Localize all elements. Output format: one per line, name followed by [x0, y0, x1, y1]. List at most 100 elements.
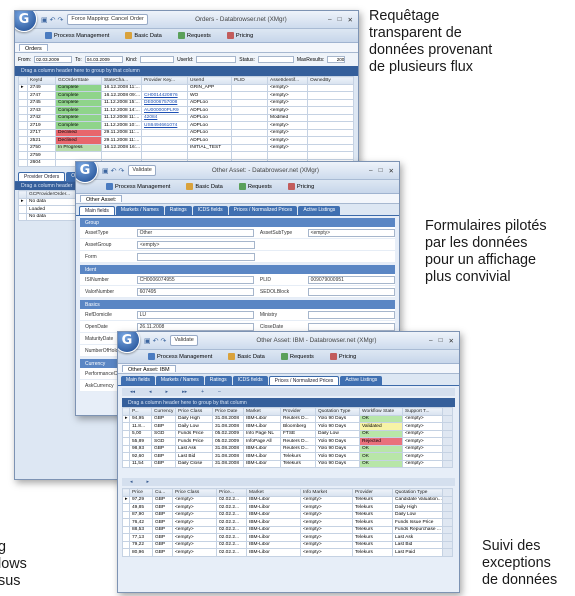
- table-row[interactable]: 2759: [18, 151, 354, 160]
- field-input[interactable]: LU: [136, 310, 254, 319]
- col-plid[interactable]: PLID: [231, 76, 268, 85]
- userid-input[interactable]: [196, 56, 237, 63]
- ribbon-process-management[interactable]: Process Management: [45, 32, 109, 39]
- field-input[interactable]: [137, 252, 255, 261]
- col-support[interactable]: Support T...: [402, 407, 443, 416]
- forward-icon[interactable]: ↷: [119, 167, 125, 175]
- table-row[interactable]: ▸ 94,95 GBP Daily High 31.08.2008 IBM-Libor Re…: [122, 414, 453, 423]
- col-userid[interactable]: UserId: [187, 76, 232, 85]
- col-workflow-state[interactable]: Workflow State: [359, 407, 403, 416]
- table-row[interactable]: 5,00 SGD Funds Price 05.02.2009 Info Page NL…: [122, 429, 453, 438]
- col-provider[interactable]: Provider: [352, 488, 393, 497]
- tab-markets-names[interactable]: Markets / Names: [155, 376, 204, 385]
- col-state[interactable]: GCOrderState: [55, 76, 102, 85]
- minimize-icon[interactable]: –: [369, 167, 373, 175]
- table-row[interactable]: 2747 Complete 16.12.2008 09:... CH001442087…: [18, 91, 354, 100]
- col-price-date[interactable]: Price...: [216, 488, 247, 497]
- tab-prices[interactable]: Prices / Normalized Prices: [268, 376, 340, 385]
- next-page-icon[interactable]: ▸: [166, 389, 169, 395]
- delete-icon[interactable]: –: [218, 389, 221, 395]
- ribbon-basic-data[interactable]: Basic Data: [228, 353, 265, 360]
- col-provider-key[interactable]: Provider Key...: [141, 76, 188, 85]
- field-input[interactable]: [307, 310, 395, 319]
- col-price[interactable]: Price: [129, 488, 153, 497]
- forward-icon[interactable]: ↷: [58, 16, 64, 24]
- first-page-icon[interactable]: ◂◂: [130, 389, 135, 395]
- validate-pill[interactable]: Validate: [128, 165, 156, 176]
- from-date-input[interactable]: 02.03.2009: [34, 56, 73, 63]
- field-input[interactable]: 009079000951: [307, 275, 395, 284]
- table-row[interactable]: 11.8... GBP Daily Low 31.08.2008 IBM-Libor Bl…: [122, 422, 453, 431]
- tab-active-listings[interactable]: Active Listings: [340, 376, 383, 385]
- close-icon[interactable]: ✕: [348, 16, 353, 24]
- close-icon[interactable]: ✕: [449, 337, 454, 345]
- table-row[interactable]: 79,22 GBP <empty> 02.02.2... IBM-Libor <empty…: [122, 540, 453, 549]
- col-statechange[interactable]: StateCha...: [101, 76, 142, 85]
- col-quotation-type[interactable]: Quotation Type: [392, 488, 443, 497]
- form-section-header[interactable]: Ident: [80, 265, 395, 274]
- col-market[interactable]: Market: [243, 407, 281, 416]
- table-row[interactable]: 88,53 GBP <empty> 02.02.2... IBM-Libor <empty…: [122, 525, 453, 534]
- save-icon[interactable]: ▣: [102, 167, 109, 175]
- col-currency[interactable]: Cu...: [152, 488, 173, 497]
- doc-tab-orders[interactable]: Orders: [19, 44, 48, 52]
- table-row[interactable]: 2717 Declined 29.11.2008 11:... ADPLoo <empt…: [18, 128, 354, 137]
- doc-tab-other-asset-ibm[interactable]: Other Asset: IBM: [122, 365, 176, 373]
- back-icon[interactable]: ↶: [153, 337, 159, 345]
- table-row[interactable]: 2719 Complete 11.12.2008 10:... US649466107…: [18, 121, 354, 130]
- col-price[interactable]: P...: [129, 407, 152, 416]
- next-page-icon[interactable]: ▸: [147, 479, 150, 485]
- tab-icds-fields[interactable]: ICDS fields: [232, 376, 268, 385]
- minimize-icon[interactable]: –: [429, 337, 433, 345]
- col-quotation-type[interactable]: Quotation Type: [315, 407, 360, 416]
- ribbon-pricing[interactable]: Pricing: [329, 353, 356, 360]
- table-row[interactable]: 55,89 SGD Funds Price 05.02.2009 InfoPage Al…: [122, 437, 453, 446]
- tab-active-listings[interactable]: Active Listings: [298, 206, 341, 215]
- prev-page-icon[interactable]: ◂: [130, 479, 133, 485]
- col-info-market[interactable]: Info Market: [300, 488, 353, 497]
- table-row[interactable]: 49,85 GBP <empty> 02.02.2... IBM-Libor <empty…: [122, 503, 453, 512]
- table-row[interactable]: ▸ 97,29 GBP <empty> 02.02.2... IBM-Libor <empt…: [122, 495, 453, 504]
- table-row[interactable]: 80,96 GBP <empty> 02.02.2... IBM-Libor <empty…: [122, 548, 453, 557]
- table-row[interactable]: 2745 Complete 11.12.2008 15:... DE000675700…: [18, 98, 354, 107]
- ribbon-requests[interactable]: Requests: [238, 183, 272, 190]
- ribbon-pricing[interactable]: Pricing: [226, 32, 253, 39]
- col-currency[interactable]: Currency: [151, 407, 176, 416]
- forward-icon[interactable]: ↷: [161, 337, 167, 345]
- col-price-date[interactable]: Price Date: [212, 407, 244, 416]
- close-icon[interactable]: ✕: [389, 167, 394, 175]
- field-input[interactable]: [307, 322, 395, 331]
- ribbon-requests[interactable]: Requests: [280, 353, 314, 360]
- tab-icds-fields[interactable]: ICDS fields: [192, 206, 228, 215]
- minimize-icon[interactable]: –: [328, 16, 332, 24]
- maximize-icon[interactable]: □: [439, 337, 443, 345]
- table-row[interactable]: 98,93 GBP Last Ask 31.08.2008 IBM-Libor Reute…: [122, 444, 453, 453]
- ribbon-process-management[interactable]: Process Management: [148, 353, 212, 360]
- field-input[interactable]: CH0006074955: [136, 275, 254, 284]
- ribbon-pricing[interactable]: Pricing: [287, 183, 314, 190]
- prev-page-icon[interactable]: ◂: [149, 389, 152, 395]
- save-icon[interactable]: ▣: [144, 337, 151, 345]
- max-results-input[interactable]: 200: [327, 56, 346, 63]
- table-row[interactable]: 77,13 GBP <empty> 02.02.2... IBM-Libor <empty…: [122, 533, 453, 542]
- back-icon[interactable]: ↶: [111, 167, 117, 175]
- table-row[interactable]: 11,54 GBP Daily Close 31.08.2008 IBM-Libor Te…: [122, 459, 453, 468]
- validate-pill[interactable]: Validate: [170, 335, 198, 346]
- form-section-header[interactable]: Group: [80, 218, 395, 227]
- field-input[interactable]: <empty>: [137, 240, 255, 249]
- maximize-icon[interactable]: □: [379, 167, 383, 175]
- field-input[interactable]: 26.11.2008: [136, 322, 254, 331]
- last-page-icon[interactable]: ▸▸: [182, 389, 187, 395]
- scrollbar[interactable]: [442, 488, 453, 497]
- field-input[interactable]: <empty>: [307, 228, 395, 237]
- table-row[interactable]: 76,42 GBP <empty> 02.02.2... IBM-Libor <empty…: [122, 518, 453, 527]
- col-price-class[interactable]: Price Class: [175, 407, 213, 416]
- table-row[interactable]: ▸ 2749 Complete 16.12.2008 11:... GRIN_APP <e…: [18, 83, 354, 92]
- scrollbar[interactable]: [442, 407, 453, 416]
- tab-prices[interactable]: Prices / Normalized Prices: [228, 206, 298, 215]
- field-input[interactable]: 607495: [136, 287, 254, 296]
- field-input[interactable]: Other: [136, 228, 254, 237]
- tab-ratings[interactable]: Ratings: [164, 206, 192, 215]
- ribbon-basic-data[interactable]: Basic Data: [186, 183, 223, 190]
- ribbon-requests[interactable]: Requests: [177, 32, 211, 39]
